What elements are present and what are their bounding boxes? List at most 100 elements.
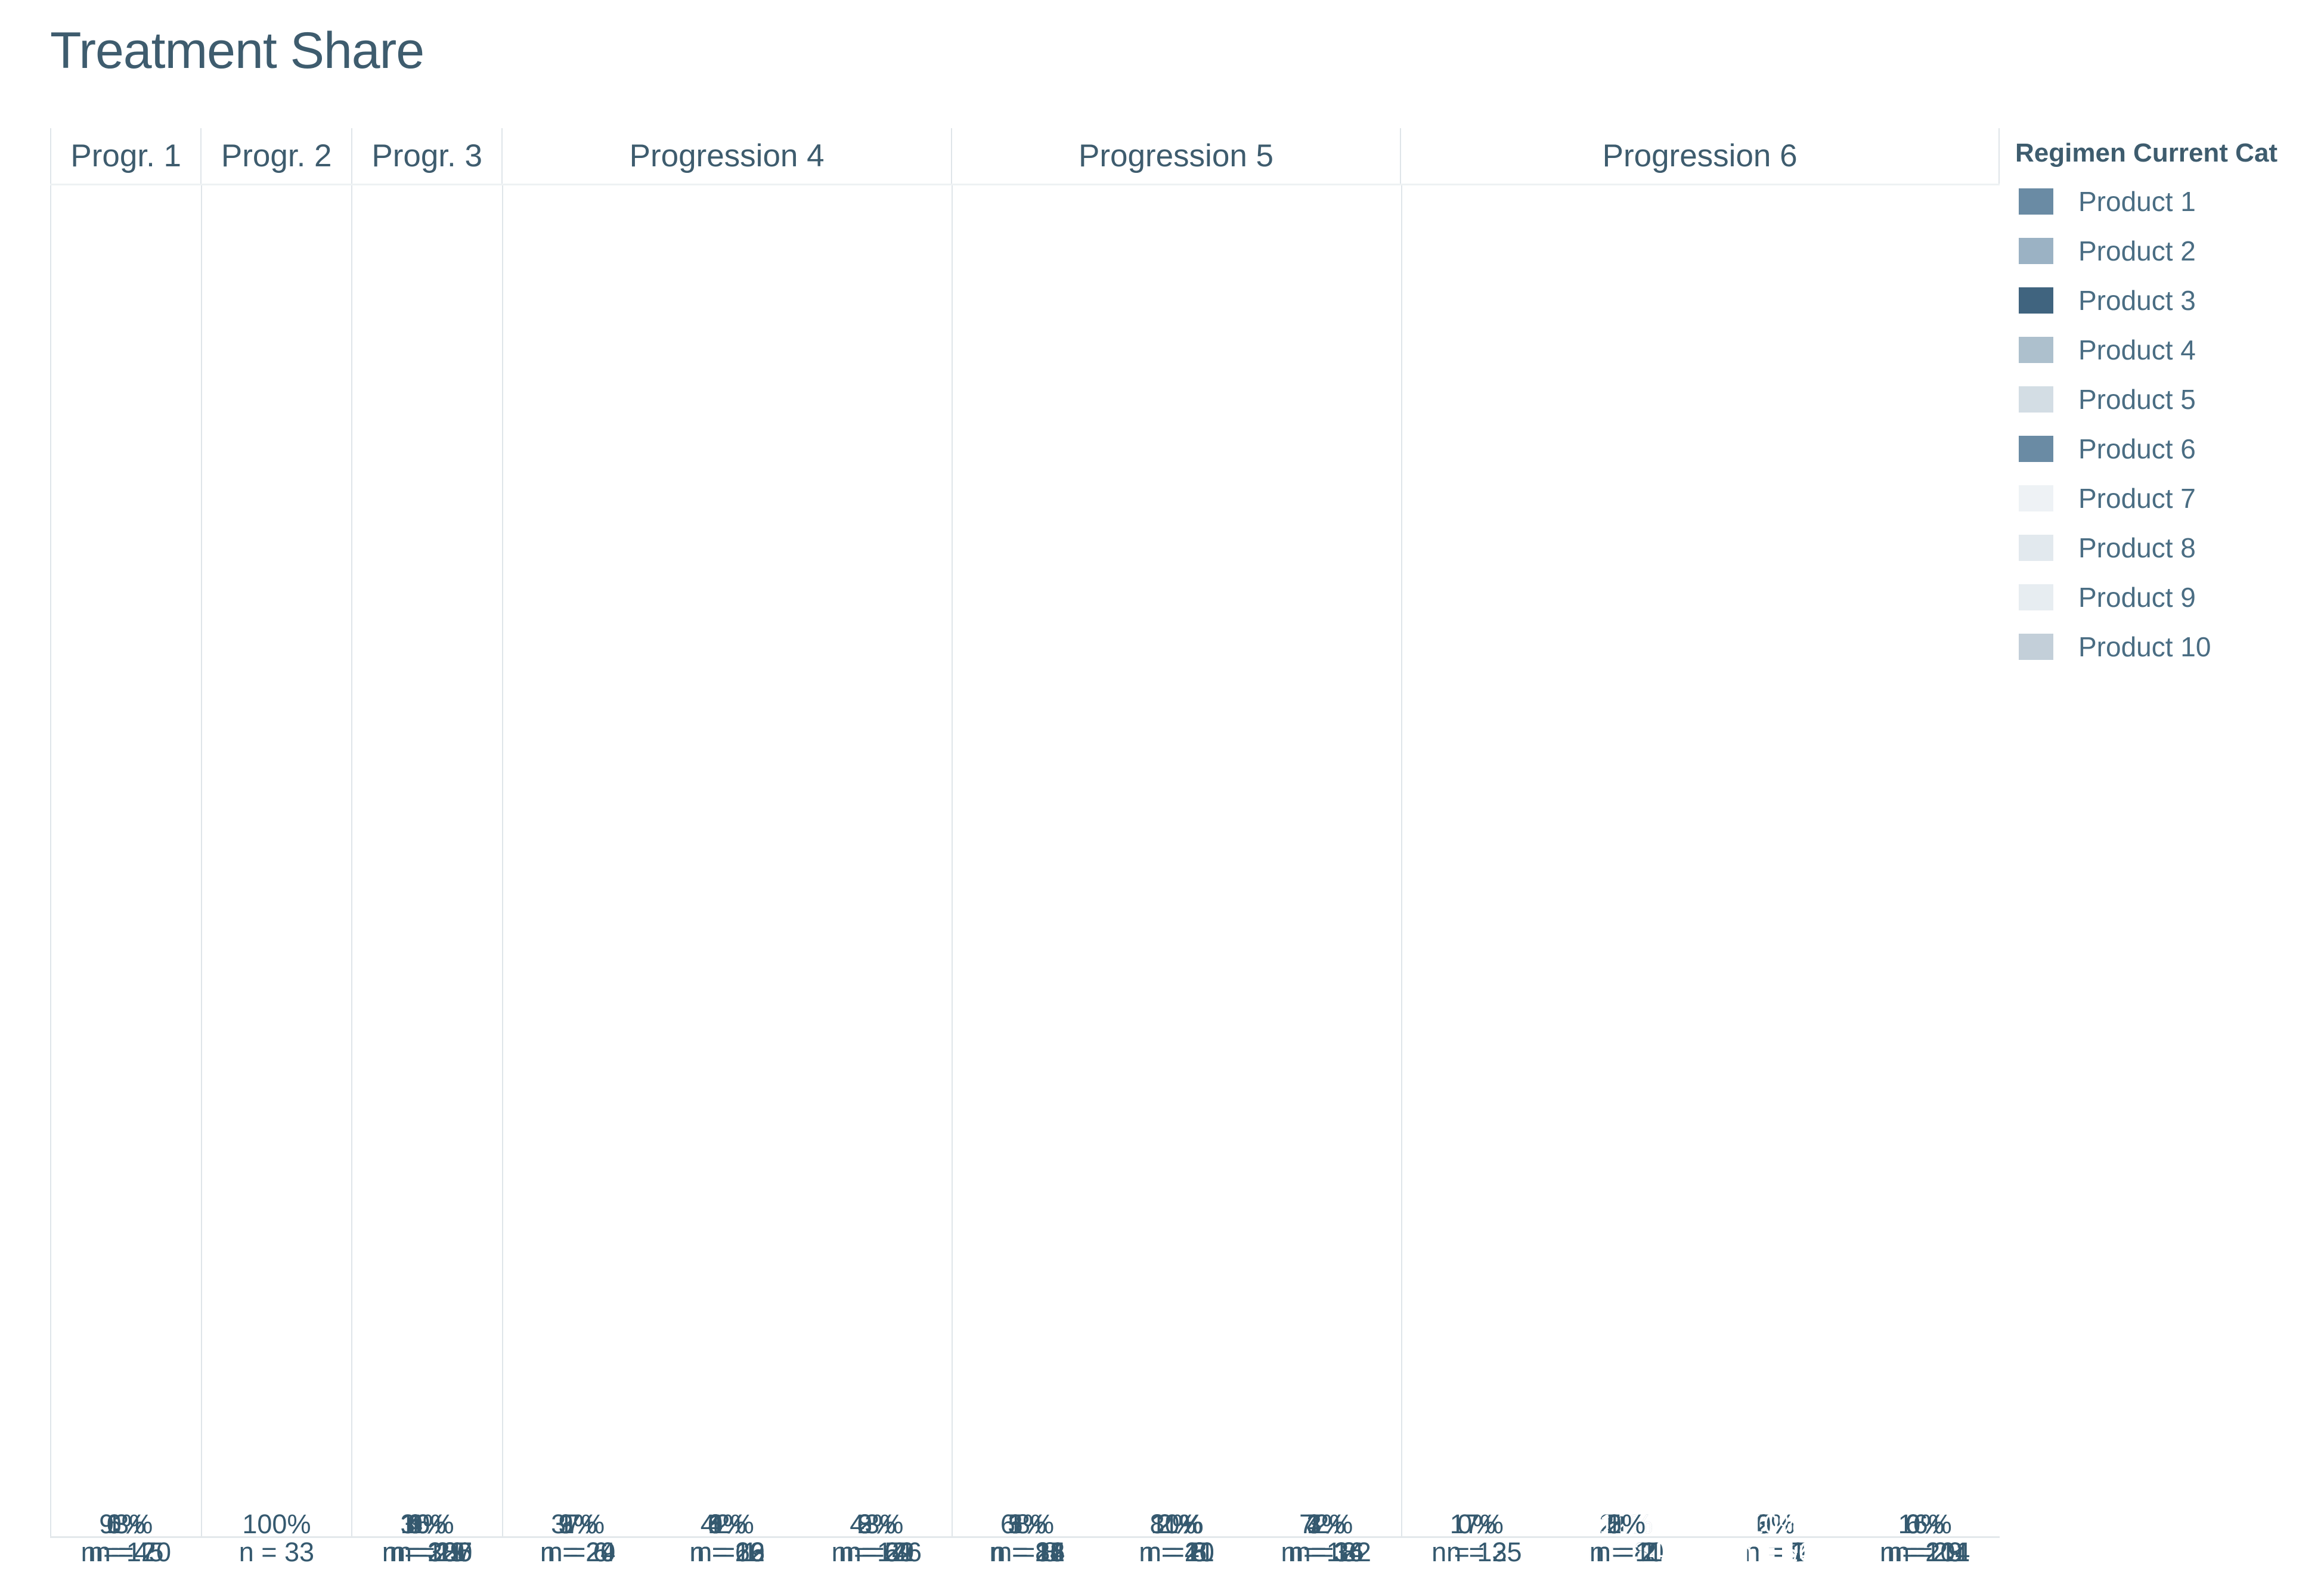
segment-label: 11% n = 55 xyxy=(540,1509,616,1567)
segment-label: 0% n = 7 xyxy=(1745,1509,1805,1566)
legend-swatch-icon xyxy=(2019,633,2053,660)
segment-count: n = 32 xyxy=(540,1537,616,1567)
bar-slot: 6% n = 19 14% n = 46 25% n = 41 1% n = 12 4% n = … xyxy=(652,185,802,1566)
segment-label: 43% n = 220 xyxy=(1431,1509,1522,1566)
legend-title: Regimen Current Cat xyxy=(2015,138,2278,168)
segment-label: 22% n = 459 xyxy=(382,1509,473,1567)
segment-percent: 10% xyxy=(1749,1508,1803,1539)
group-header-label: Progression 4 xyxy=(629,138,825,173)
segment-percent: 2% xyxy=(1157,1508,1197,1539)
segment-percent: 3% xyxy=(1306,1508,1346,1539)
segment-count: n = 6 xyxy=(547,1537,608,1567)
segment-label: 14% n = 32 xyxy=(540,1509,616,1567)
segment-count: n = 55 xyxy=(540,1537,616,1567)
segment-label: 35% n = 334 xyxy=(1880,1509,1970,1566)
segment-label: 3% n = 52 xyxy=(839,1509,914,1566)
segment-percent: 15% xyxy=(551,1508,605,1539)
segment-label: 1% n = 23 xyxy=(389,1509,465,1567)
bar-slot: 35% n = 334 40% n = 321 0% n = 1 16% n = 214 6% n… xyxy=(1850,185,2000,1566)
segment-percent: 5% xyxy=(1008,1508,1047,1539)
segment-label: 0% n = 2 xyxy=(846,1508,907,1567)
segment-percent: 2% xyxy=(857,1508,896,1539)
legend-item[interactable]: Product 4 xyxy=(2015,325,2313,374)
segment-percent: 37% xyxy=(551,1508,605,1539)
segment-count: n = 170 xyxy=(80,1537,171,1567)
segment-count: n = 23 xyxy=(389,1537,465,1567)
segment-label: 2% n = 10 xyxy=(1139,1508,1214,1566)
segment-count: n = 100 xyxy=(382,1537,473,1567)
legend-item[interactable]: Product 6 xyxy=(2015,424,2313,473)
segment-percent: 7% xyxy=(1306,1508,1346,1539)
segment-label: 9% n = 6 xyxy=(547,1509,608,1567)
segment-label: 10% n = 16 xyxy=(1738,1508,1813,1566)
segment-count: n = 287 xyxy=(382,1537,473,1567)
segment-count: n = 8 xyxy=(1146,1537,1207,1567)
segment-label: 0% n = 1 xyxy=(697,1509,757,1566)
segment-label: 1% n = 6 xyxy=(547,1509,608,1567)
segment-count: n = 33 xyxy=(238,1537,315,1567)
legend-items: Product 1 Product 2 Product 3 Product 4 Prod… xyxy=(2015,176,2313,671)
segment-label: 3% n = 26 xyxy=(989,1509,1065,1567)
segment-percent: 1% xyxy=(1606,1508,1646,1539)
legend-item-label: Product 2 xyxy=(2078,235,2196,266)
segment-percent: 17% xyxy=(1449,1508,1504,1539)
segment-count: n = 11 xyxy=(1589,1537,1663,1567)
stacked-bar-chart: Progr. 1 Progr. 2 Progr. 3 Progression 4 Pro… xyxy=(50,128,2000,1566)
segment-label: 0% n = 1 xyxy=(1596,1508,1656,1566)
segment-count: n = 26 xyxy=(989,1537,1065,1567)
segment-percent: 0% xyxy=(1606,1508,1646,1539)
legend-item[interactable]: Product 3 xyxy=(2015,275,2313,325)
bar-slot: 22% n = 459 22% n = 475 3% n = 105 0% n = 29 10%… xyxy=(352,185,502,1566)
segment-percent: 80% xyxy=(1149,1508,1204,1539)
legend-item[interactable]: Product 10 xyxy=(2015,622,2313,671)
segment-percent: 8% xyxy=(857,1508,896,1539)
segment-percent: 11% xyxy=(850,1508,903,1539)
legend-swatch-icon xyxy=(2019,584,2053,610)
segment-percent: 2% xyxy=(1157,1508,1197,1539)
group-header: Progression 6 xyxy=(1400,128,2000,184)
legend-item[interactable]: Product 7 xyxy=(2015,473,2313,523)
segment-count: n = 459 xyxy=(382,1537,473,1567)
segment-label: 9% n = 24 xyxy=(540,1509,615,1566)
legend-item[interactable]: Product 9 xyxy=(2015,572,2313,622)
segment-count: n = 120 xyxy=(831,1537,922,1567)
legend-item[interactable]: Product 1 xyxy=(2015,176,2313,226)
segment-label: 72% n = 122 xyxy=(1281,1509,1371,1566)
legend-item[interactable]: Product 8 xyxy=(2015,523,2313,572)
segment-percent: 4% xyxy=(407,1508,447,1539)
segment-count: n = 101 xyxy=(1880,1537,1970,1567)
segment-count: n = 24 xyxy=(1737,1537,1814,1567)
segment-count: n = 64 xyxy=(1737,1537,1814,1567)
segment-count: n = 2 xyxy=(846,1537,907,1567)
group-panel: 14% n = 32 11% n = 55 15% n = 30 1% n = 6 3% n = … xyxy=(501,185,952,1566)
segment-label: 1% n = 7 xyxy=(95,1509,156,1567)
segment-label: 1% n = 12 xyxy=(690,1509,765,1566)
legend-item[interactable]: Product 2 xyxy=(2015,226,2313,275)
group-header: Progression 5 xyxy=(950,128,1400,184)
group-header: Progression 4 xyxy=(501,128,950,184)
segment-count: n = 82 xyxy=(839,1537,915,1567)
segment-label: 24% n = 24 xyxy=(1737,1509,1814,1567)
group-panel: 100% n = 33 xyxy=(200,185,352,1566)
segment-label: 1% n = 8 xyxy=(1296,1509,1356,1566)
segment-percent: 0% xyxy=(857,1508,896,1539)
segment-label: 2% n = 1 xyxy=(1745,1509,1805,1566)
segment-label: 6% n = 45 xyxy=(88,1509,163,1566)
group-panel: 0% n = 2 6% n = 45 93% n = 170 1% n = 7 xyxy=(50,185,201,1566)
segment-count: n = 7 xyxy=(95,1537,156,1567)
segment-count: n = 6 xyxy=(547,1537,608,1567)
segment-label: 17% n = 88 xyxy=(839,1508,914,1566)
legend-item[interactable]: Product 5 xyxy=(2015,374,2313,424)
segment-percent: 2% xyxy=(1606,1508,1646,1539)
bar-slot: 11% n = 82 13% n = 120 17% n = 88 2% n = 29 3% n … xyxy=(802,185,952,1566)
segment-percent: 17% xyxy=(850,1508,904,1539)
segment-percent: 100% xyxy=(242,1508,311,1539)
segment-count: n = 77 xyxy=(1588,1537,1664,1567)
segment-count: n = 43 xyxy=(1288,1537,1364,1567)
segment-label: 0% n = 29 xyxy=(1888,1509,1963,1566)
plot-area: 0% n = 2 6% n = 45 93% n = 170 1% n = 7 100% n = … xyxy=(50,184,2000,1566)
group-header: Progr. 1 xyxy=(50,128,200,184)
segment-percent: 12% xyxy=(1599,1508,1653,1539)
segment-label: 0% n = 3 xyxy=(1446,1509,1507,1566)
segment-percent: 0% xyxy=(1905,1508,1945,1539)
